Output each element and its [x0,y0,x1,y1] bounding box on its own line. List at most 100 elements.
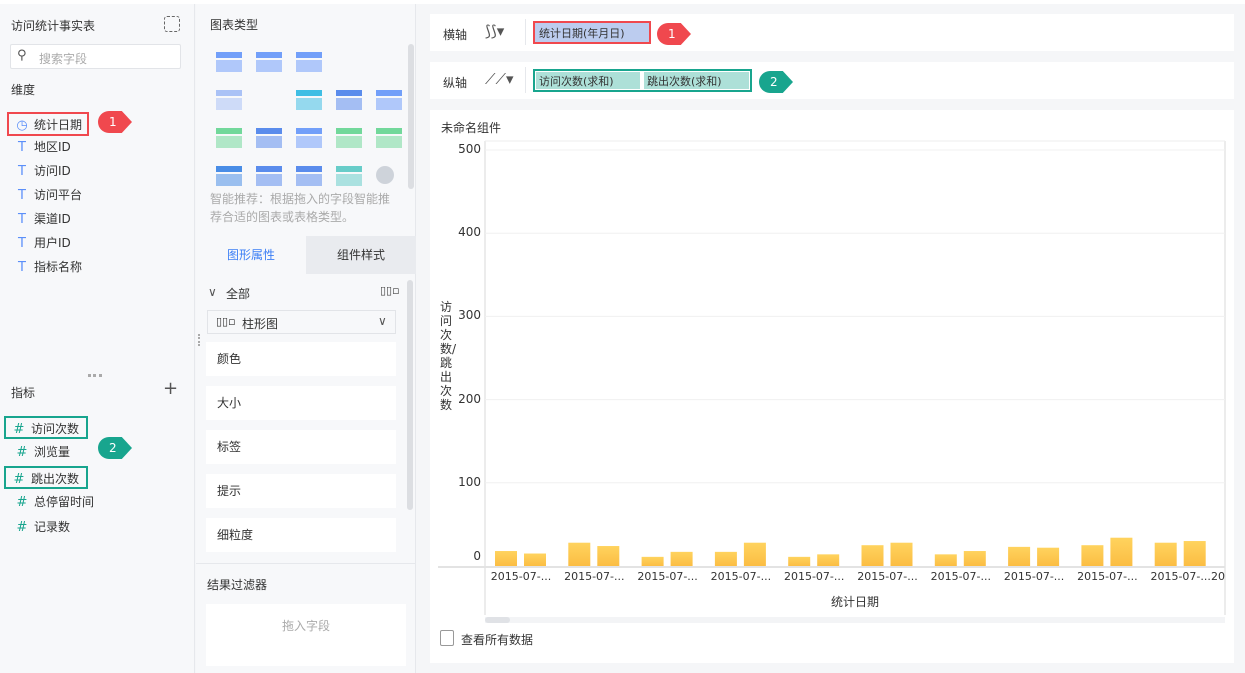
search-placeholder: 搜索字段 [39,52,88,66]
property-item[interactable]: 提示 [206,474,396,508]
field-label: 指标名称 [34,260,83,274]
chart-type-multi-kpi-icon[interactable] [376,52,402,72]
chart-config-panel: 图表类型 智能推荐：根据拖入的字段智能推荐合适的图表或表格类型。 图形属性 组件… [196,4,416,673]
measure-item[interactable]: # 访问次数 [4,416,88,439]
chevron-down-icon: ∨ [378,314,387,328]
hash-icon: # [13,472,25,487]
chart-type-line-icon[interactable] [336,128,362,148]
measure-title: 指标 [11,386,36,400]
chart-type-combo-icon[interactable] [256,166,282,186]
property-label: 大小 [217,396,242,410]
measure-item[interactable]: # 记录数 [14,516,70,538]
field-label: 记录数 [34,520,71,534]
axis-type-icon[interactable]: ⟋⟋▾ [485,70,514,88]
chart-component: 未命名组件 查看所有数据 [430,110,1234,663]
y-field-pill[interactable]: 访问次数(求和) [536,72,640,89]
chart-type-bubble-icon[interactable] [336,166,362,186]
dimension-item[interactable]: ◷ 统计日期 [7,112,89,136]
chart-type-kpi-icon[interactable] [336,52,362,72]
chart-type-multi-line-icon[interactable] [296,128,322,148]
hash-icon: # [16,495,28,510]
field-label: 用户ID [34,236,71,250]
chart-type-column-icon[interactable] [376,90,402,110]
property-item[interactable]: 大小 [206,386,396,420]
chart-select-value: 柱形图 [242,317,279,331]
step-badge-1: 1 [98,111,132,133]
table-title: 访问统计事实表 [11,19,96,33]
y-field-zone[interactable]: 访问次数(求和) 跳出次数(求和) [533,69,752,92]
clock-icon: ◷ [16,118,28,133]
dimension-item[interactable]: T 渠道ID [14,208,71,230]
dimension-item[interactable]: T 访问平台 [14,184,82,206]
axis-type-icon[interactable]: ⟆⟆▾ [485,22,504,40]
step-badge-2: 2 [98,437,132,459]
drag-handle[interactable] [198,334,202,346]
property-item[interactable]: 细粒度 [206,518,396,552]
tab-graph-properties[interactable]: 图形属性 [196,236,306,274]
chart-type-heatmap-icon[interactable] [256,90,282,110]
tab-component-style[interactable]: 组件样式 [306,236,416,274]
all-label: 全部 [226,287,251,301]
chart-type-radar-icon[interactable] [376,128,402,148]
chart-type-stacked-col-icon[interactable] [336,90,362,110]
chart-type-bar-range-icon[interactable] [216,128,242,148]
chart-type-scatter-icon[interactable] [296,166,322,186]
field-label: 地区ID [34,140,71,154]
component-title: 未命名组件 [441,121,502,135]
filter-drop-zone[interactable]: 拖入字段 [206,604,406,666]
chart-type-bar-table-icon[interactable] [216,90,242,110]
field-label: 跳出次数 [31,472,80,486]
text-icon: T [18,164,26,179]
chart-type-scatter-step-icon[interactable] [256,128,282,148]
resize-handle[interactable] [88,374,102,377]
field-label: 统计日期 [34,118,83,132]
dimension-item[interactable]: T 用户ID [14,232,71,254]
text-icon: T [18,188,26,203]
chart-type-stacked-bar-icon[interactable] [296,90,322,110]
bar-chart-icon: ▯▯▫ [216,315,236,328]
chart-type-cross-table-icon[interactable] [256,52,282,72]
dimension-title: 维度 [11,83,36,97]
property-label: 细粒度 [217,528,254,542]
chart-type-area-icon[interactable] [216,166,242,186]
collapse-chevron-icon[interactable]: ∨ [208,285,217,299]
property-label: 提示 [217,484,242,498]
add-measure-icon[interactable]: + [163,378,178,399]
chart-type-detail-table-icon[interactable] [296,52,322,72]
hash-icon: # [16,520,28,535]
smart-tip: 智能推荐：根据拖入的字段智能推荐合适的图表或表格类型。 [210,192,391,224]
measure-item[interactable]: # 跳出次数 [4,466,88,489]
divider [525,19,526,45]
dimension-item[interactable]: T 指标名称 [14,256,82,278]
property-label: 颜色 [217,352,242,366]
view-all-checkbox[interactable] [440,630,454,646]
field-label: 渠道ID [34,212,71,226]
dimension-item[interactable]: T 访问ID [14,160,71,182]
chart-type-table-icon[interactable] [216,52,242,72]
chart-editor: 横轴 ⟆⟆▾ 统计日期(年月日) 1 纵轴 ⟋⟋▾ 访问次数(求和) 跳出次数(… [417,4,1245,673]
scrollbar-thumb[interactable] [485,617,510,623]
y-field-pill[interactable]: 跳出次数(求和) [644,72,749,89]
hash-icon: # [16,445,28,460]
divider [196,563,416,564]
property-item[interactable]: 颜色 [206,342,396,376]
field-label: 浏览量 [34,445,71,459]
search-input[interactable]: ⚲ 搜索字段 [10,44,181,69]
chart-type-scrollbar[interactable] [408,44,414,189]
dimension-item[interactable]: T 地区ID [14,136,71,158]
field-label: 访问ID [34,164,71,178]
result-filter-title: 结果过滤器 [207,578,268,592]
x-axis-row: 横轴 ⟆⟆▾ 统计日期(年月日) [430,14,1234,51]
drop-hint: 拖入字段 [281,619,330,633]
horizontal-scrollbar[interactable] [485,617,1225,623]
text-icon: T [18,212,26,227]
measure-item[interactable]: # 浏览量 [14,441,70,463]
x-field-pill[interactable]: 统计日期(年月日) [533,21,651,44]
measure-item[interactable]: # 总停留时间 [14,491,94,513]
props-scrollbar[interactable] [407,280,413,510]
x-axis-label: 横轴 [443,28,468,42]
chart-type-pie-icon[interactable] [376,166,394,184]
switch-table-icon[interactable] [164,16,180,32]
chart-type-select[interactable]: ▯▯▫ 柱形图 ∨ [207,310,396,334]
property-item[interactable]: 标签 [206,430,396,464]
